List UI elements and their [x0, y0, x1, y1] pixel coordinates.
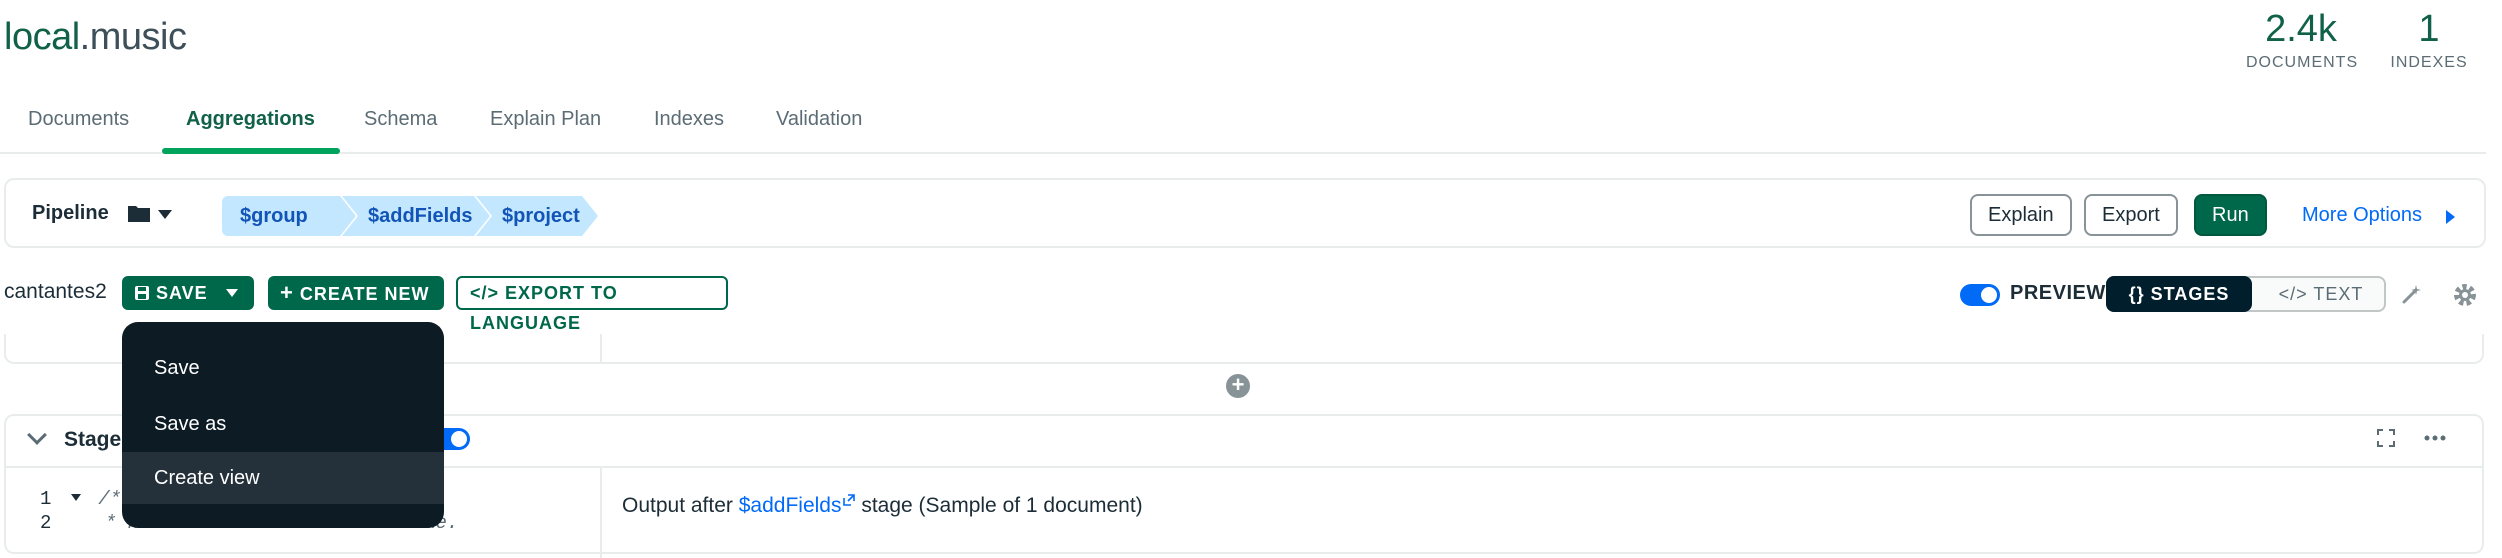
- stage-label: Stage: [64, 428, 122, 451]
- namespace-title: local.music: [4, 16, 187, 59]
- menu-item-save-as[interactable]: Save as: [122, 398, 444, 450]
- more-options-link[interactable]: More Options: [2302, 204, 2422, 227]
- floppy-icon: [135, 286, 149, 300]
- stage-chip-group[interactable]: $group: [222, 196, 356, 236]
- output-prefix: Output after: [622, 494, 733, 517]
- documents-stat: 2.4k DOCUMENTS: [2246, 8, 2359, 72]
- save-dropdown-menu: Save Save as Create view: [122, 322, 444, 528]
- external-link-icon: [843, 494, 856, 506]
- caret-right-icon: [2446, 210, 2455, 224]
- magic-wand-icon[interactable]: [2400, 282, 2424, 306]
- pipeline-toolbar: Pipeline $group $addFields $project Expl…: [4, 178, 2486, 248]
- documents-label: DOCUMENTS: [2246, 54, 2359, 71]
- ellipsis-icon[interactable]: [2424, 434, 2446, 442]
- indexes-stat: 1 INDEXES: [2384, 8, 2474, 72]
- save-label: SAVE: [156, 283, 208, 303]
- preview-toggle[interactable]: [1960, 284, 2000, 306]
- stage-chip-label: $group: [240, 205, 308, 227]
- collection-tabs: Documents Aggregations Schema Explain Pl…: [0, 104, 2486, 154]
- gear-icon[interactable]: [2452, 282, 2478, 308]
- pipeline-name: cantantes2: [4, 280, 107, 303]
- menu-item-save[interactable]: Save: [122, 342, 444, 394]
- export-button[interactable]: Export: [2084, 194, 2178, 236]
- run-button[interactable]: Run: [2194, 194, 2267, 236]
- tab-schema[interactable]: Schema: [364, 104, 437, 154]
- chevron-down-icon[interactable]: [158, 210, 172, 219]
- stage-chip-project[interactable]: $project: [476, 196, 598, 236]
- text-mode-label: TEXT: [2313, 284, 2364, 304]
- indexes-label: INDEXES: [2390, 54, 2468, 71]
- documents-count: 2.4k: [2265, 8, 2337, 50]
- active-tab-indicator: [162, 148, 340, 154]
- stage-chip-label: $addFields: [368, 205, 473, 227]
- create-new-label: CREATE NEW: [299, 284, 430, 304]
- add-stage-button[interactable]: +: [1226, 374, 1250, 398]
- save-button[interactable]: SAVE: [122, 276, 254, 310]
- stages-mode-button[interactable]: {} STAGES: [2106, 276, 2252, 312]
- fold-caret-icon[interactable]: [70, 494, 81, 501]
- explain-button[interactable]: Explain: [1970, 194, 2072, 236]
- text-mode-button[interactable]: </> TEXT: [2256, 278, 2386, 310]
- stage-chip-addfields[interactable]: $addFields: [342, 196, 490, 236]
- view-mode-toggle: {} STAGES </> TEXT: [2106, 276, 2386, 312]
- create-new-button[interactable]: + CREATE NEW: [268, 276, 444, 310]
- folder-icon[interactable]: [128, 204, 150, 222]
- tab-documents[interactable]: Documents: [28, 104, 129, 154]
- export-to-language-button[interactable]: </> EXPORT TO LANGUAGE: [456, 276, 728, 333]
- tab-validation[interactable]: Validation: [776, 104, 862, 154]
- stage-output-label: Output after $addFields stage (Sample of…: [622, 494, 1143, 518]
- expand-icon[interactable]: [2376, 428, 2396, 448]
- plus-icon: +: [280, 280, 294, 305]
- braces-icon: {}: [2128, 284, 2145, 304]
- addfields-docs-link[interactable]: $addFields: [739, 494, 842, 517]
- code-line-1: 1 /**: [40, 488, 132, 510]
- database-name: local: [4, 16, 80, 58]
- code-icon: </>: [470, 283, 500, 303]
- tab-explain-plan[interactable]: Explain Plan: [490, 104, 601, 154]
- tab-aggregations[interactable]: Aggregations: [186, 104, 315, 154]
- indexes-count: 1: [2418, 8, 2440, 50]
- line-number: 2: [40, 512, 52, 534]
- collection-name: .music: [79, 16, 187, 58]
- code-icon: </>: [2278, 284, 2308, 304]
- menu-item-create-view[interactable]: Create view: [122, 452, 444, 504]
- stage-chip-label: $project: [502, 205, 580, 227]
- line-number: 1: [40, 488, 52, 510]
- output-suffix: stage (Sample of 1 document): [861, 494, 1143, 517]
- pipeline-label: Pipeline: [32, 202, 109, 224]
- preview-label: PREVIEW: [2010, 282, 2106, 304]
- stages-mode-label: STAGES: [2150, 284, 2230, 304]
- chevron-down-icon: [225, 289, 238, 297]
- tab-indexes[interactable]: Indexes: [654, 104, 724, 154]
